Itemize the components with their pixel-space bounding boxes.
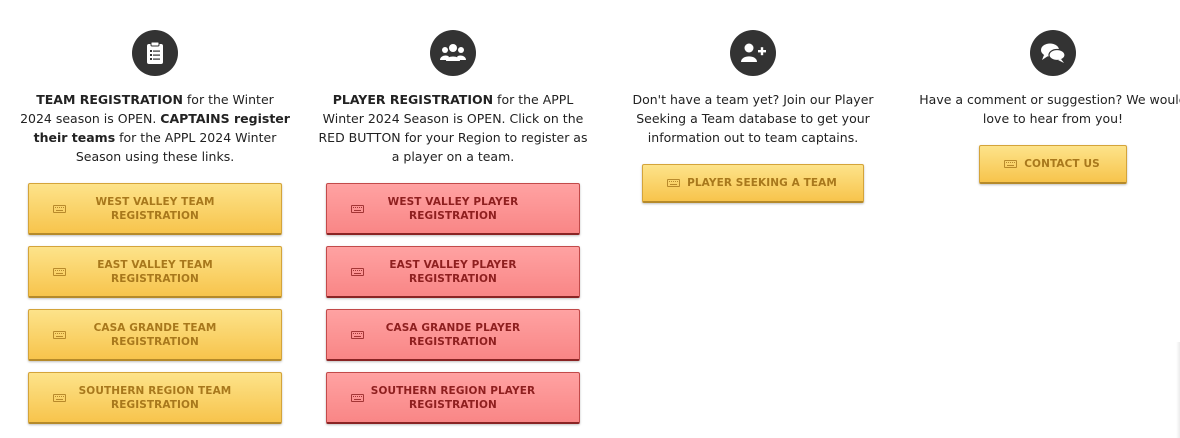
team-registration-description: TEAM REGISTRATION for the Winter 2024 se… xyxy=(20,92,290,164)
contact-description: Have a comment or suggestion? We would l… xyxy=(919,92,1180,126)
player-registration-buttons: WEST VALLEY PLAYER REGISTRATION EAST VAL… xyxy=(326,183,580,424)
southern-region-team-registration-button[interactable]: SOUTHERN REGION TEAM REGISTRATION xyxy=(28,372,282,424)
player-seeking-description: Don't have a team yet? Join our Player S… xyxy=(632,92,874,145)
keyboard-icon xyxy=(53,330,66,339)
west-valley-player-registration-button[interactable]: WEST VALLEY PLAYER REGISTRATION xyxy=(326,183,580,235)
player-seeking-team-button[interactable]: PLAYER SEEKING A TEAM xyxy=(642,164,864,203)
team-registration-column: TEAM REGISTRATION for the Winter 2024 se… xyxy=(20,30,290,424)
keyboard-icon xyxy=(53,267,66,276)
southern-region-player-registration-button[interactable]: SOUTHERN REGION PLAYER REGISTRATION xyxy=(326,372,580,424)
team-registration-buttons: WEST VALLEY TEAM REGISTRATION EAST VALLE… xyxy=(28,183,282,424)
chat-bubbles-icon xyxy=(1030,30,1076,76)
clipboard-icon xyxy=(132,30,178,76)
east-valley-team-registration-button[interactable]: EAST VALLEY TEAM REGISTRATION xyxy=(28,246,282,298)
contact-column: Have a comment or suggestion? We would l… xyxy=(918,30,1180,184)
keyboard-icon xyxy=(351,267,364,276)
player-seeking-column: Don't have a team yet? Join our Player S… xyxy=(618,30,888,203)
player-registration-heading: PLAYER REGISTRATION xyxy=(332,92,494,107)
casa-grande-team-registration-button[interactable]: CASA GRANDE TEAM REGISTRATION xyxy=(28,309,282,361)
edge-shadow xyxy=(1176,342,1180,438)
east-valley-player-registration-button[interactable]: EAST VALLEY PLAYER REGISTRATION xyxy=(326,246,580,298)
west-valley-team-registration-button[interactable]: WEST VALLEY TEAM REGISTRATION xyxy=(28,183,282,235)
player-registration-column: PLAYER REGISTRATION for the APPL Winter … xyxy=(318,30,588,424)
keyboard-icon xyxy=(351,204,364,213)
keyboard-icon xyxy=(351,330,364,339)
team-registration-heading: TEAM REGISTRATION xyxy=(36,92,183,107)
keyboard-icon xyxy=(351,393,364,402)
keyboard-icon xyxy=(53,204,66,213)
user-plus-icon xyxy=(730,30,776,76)
keyboard-icon xyxy=(667,179,681,187)
contact-us-button[interactable]: CONTACT US xyxy=(979,145,1127,184)
keyboard-icon xyxy=(1004,160,1018,168)
player-registration-description: PLAYER REGISTRATION for the APPL Winter … xyxy=(318,92,588,164)
keyboard-icon xyxy=(53,393,66,402)
users-icon xyxy=(430,30,476,76)
casa-grande-player-registration-button[interactable]: CASA GRANDE PLAYER REGISTRATION xyxy=(326,309,580,361)
